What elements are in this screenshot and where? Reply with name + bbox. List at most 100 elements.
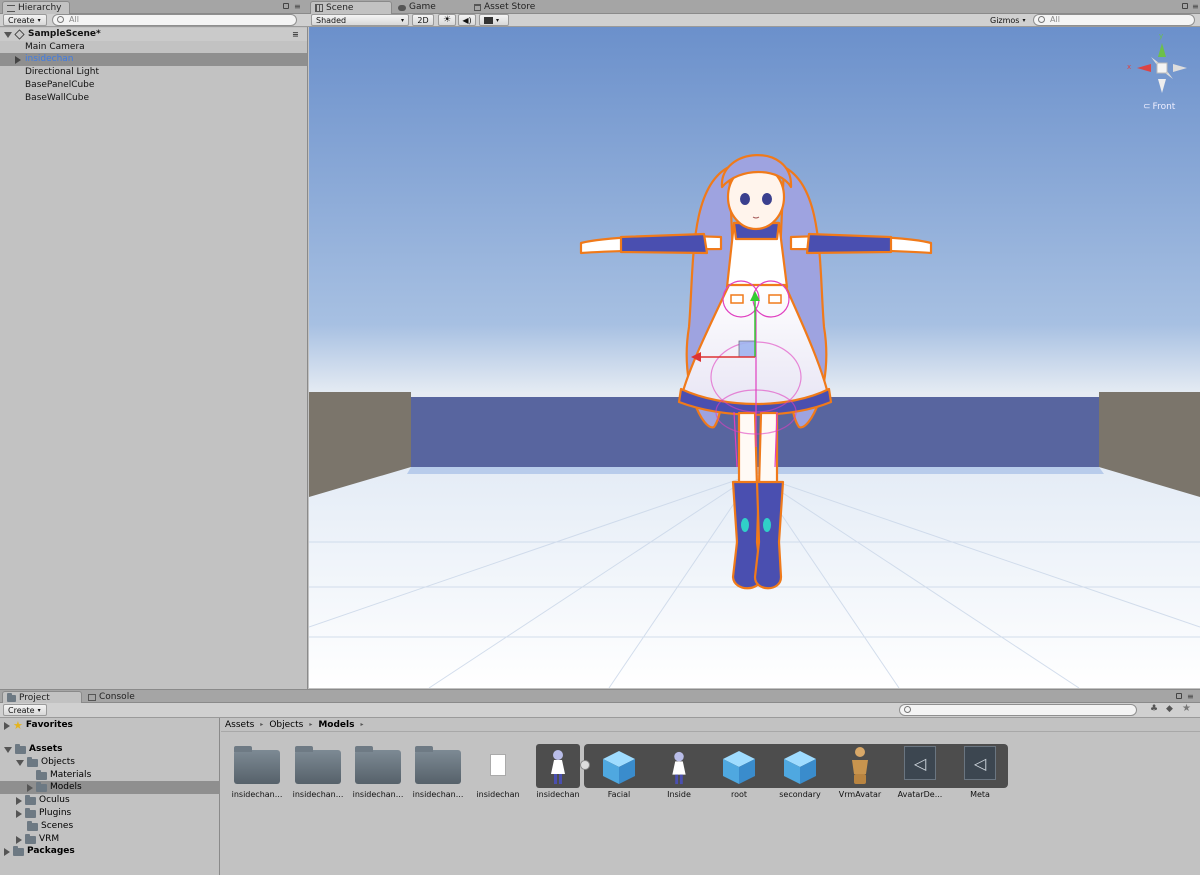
expand-icon[interactable] (16, 835, 22, 844)
asset-file[interactable]: insidechan (468, 740, 528, 804)
panel-menu-icon[interactable]: ≡ (294, 2, 301, 11)
scene-root-row[interactable]: SampleScene* ≡ (0, 28, 307, 41)
tab-hierarchy[interactable]: Hierarchy (2, 1, 70, 14)
hierarchy-item-insidechan[interactable]: insidechan (0, 53, 307, 66)
avatar-mannequin-icon (852, 747, 868, 784)
expand-icon[interactable] (15, 56, 21, 64)
favorites-row[interactable]: ★ Favorites (4, 719, 73, 732)
filter-by-label-icon[interactable]: ◆ (1166, 704, 1173, 714)
dropdown-arrow-icon: ▾ (1022, 16, 1026, 24)
folder-icon (25, 794, 36, 805)
asset-label: secondary (779, 790, 821, 799)
asset-folder[interactable]: insidechan... (227, 740, 287, 804)
tab-scene[interactable]: Scene (310, 1, 392, 14)
packages-row[interactable]: Packages (4, 845, 75, 858)
asset-avatar-inside[interactable]: Inside (649, 740, 709, 804)
packages-label: Packages (27, 846, 75, 856)
assets-row[interactable]: Assets (4, 743, 62, 756)
folder-icon (7, 693, 16, 702)
expand-icon[interactable] (4, 847, 10, 856)
lighting-toggle-button[interactable]: ☀ (438, 14, 456, 26)
hierarchy-item-directional-light[interactable]: Directional Light (0, 66, 307, 79)
hierarchy-item-base-panel-cube[interactable]: BasePanelCube (0, 79, 307, 92)
collapse-icon[interactable] (16, 759, 24, 766)
hierarchy-item-label: BaseWallCube (25, 93, 89, 103)
asset-meta[interactable]: ◁ Meta (950, 740, 1010, 804)
asset-avatar-description[interactable]: ◁ AvatarDe... (890, 740, 950, 804)
asset-prefab-selected[interactable]: insidechan (528, 740, 590, 804)
hierarchy-item-label: Directional Light (25, 67, 99, 77)
folder-label: Scenes (41, 821, 74, 831)
scene-search-input[interactable]: All (1033, 14, 1195, 26)
effects-dropdown[interactable]: ▾ (479, 14, 509, 26)
project-search-input[interactable] (899, 704, 1137, 716)
asset-label: insidechan... (231, 790, 283, 799)
axis-gizmo-icon[interactable] (1129, 35, 1195, 101)
asset-mesh-secondary[interactable]: secondary (770, 740, 830, 804)
asset-folder[interactable]: insidechan... (288, 740, 348, 804)
orientation-gizmo[interactable]: y x ⊂ Front (1127, 32, 1195, 113)
asset-folder[interactable]: insidechan... (408, 740, 468, 804)
toggle-2d-button[interactable]: 2D (412, 14, 434, 26)
gizmo-view-label: ⊂ Front (1143, 102, 1175, 112)
folder-models[interactable]: Models (27, 781, 82, 794)
tab-scene-label: Scene (326, 2, 354, 13)
collapse-icon[interactable] (4, 746, 12, 753)
folder-label: Objects (41, 757, 76, 767)
asset-label: insidechan... (352, 790, 404, 799)
panel-menu-icon[interactable]: ≡ (1192, 2, 1199, 11)
breadcrumb-assets[interactable]: Assets (225, 718, 254, 731)
dropdown-arrow-icon: ▾ (37, 706, 41, 714)
breadcrumb-objects[interactable]: Objects (269, 718, 303, 731)
tab-asset-store[interactable]: Asset Store (470, 1, 560, 14)
lock-icon[interactable] (1182, 3, 1188, 9)
panel-menu-icon[interactable]: ≡ (1187, 692, 1194, 701)
filter-by-type-icon[interactable]: ♣ (1150, 704, 1158, 714)
folder-scenes[interactable]: Scenes (27, 820, 73, 833)
tab-game[interactable]: Game (394, 1, 464, 14)
unity-script-icon: ◁ (964, 746, 996, 780)
folder-icon (27, 820, 38, 831)
scene-view[interactable]: y x ⊂ Front (309, 27, 1200, 688)
audio-toggle-button[interactable]: ◀) (458, 14, 476, 26)
project-create-button[interactable]: Create ▾ (3, 704, 47, 716)
scene-menu-icon[interactable]: ≡ (292, 28, 299, 41)
hierarchy-item-base-wall-cube[interactable]: BaseWallCube (0, 92, 307, 105)
expand-icon[interactable] (16, 796, 22, 805)
lock-icon[interactable] (283, 3, 289, 9)
collapse-icon[interactable] (4, 32, 12, 38)
breadcrumb-models[interactable]: Models (318, 718, 354, 731)
asset-mesh-root[interactable]: root (709, 740, 769, 804)
asset-label: AvatarDe... (897, 790, 943, 799)
expand-icon[interactable] (4, 721, 10, 730)
folder-oculus[interactable]: Oculus (16, 794, 70, 807)
hierarchy-item-label: BasePanelCube (25, 80, 95, 90)
project-asset-browser: Assets ▸ Objects ▸ Models ▸ insidechan..… (221, 718, 1200, 875)
shading-mode-dropdown[interactable]: Shaded ▾ (311, 14, 409, 26)
hierarchy-create-button[interactable]: Create ▾ (3, 14, 47, 26)
search-icon (1038, 16, 1045, 23)
gizmos-dropdown[interactable]: Gizmos ▾ (986, 14, 1030, 26)
asset-label: insidechan... (292, 790, 344, 799)
hierarchy-search-input[interactable]: All (52, 14, 297, 26)
expand-icon[interactable] (16, 809, 22, 818)
asset-mesh-facial[interactable]: Facial (589, 740, 649, 804)
favorite-star-icon[interactable]: ★ (1182, 703, 1191, 714)
expand-icon[interactable] (27, 783, 33, 792)
mesh-cube-icon (784, 751, 816, 784)
folder-objects[interactable]: Objects (16, 756, 75, 769)
mesh-cube-icon (603, 751, 635, 784)
scene-search-placeholder: All (1050, 15, 1060, 24)
scene-tabbar: Scene Game Asset Store ≡ (308, 0, 1200, 14)
folder-label: Plugins (39, 808, 72, 818)
scene-viewport-render (309, 27, 1200, 688)
asset-label: insidechan (536, 790, 580, 799)
lock-icon[interactable] (1176, 693, 1182, 699)
project-folder-tree: ★ Favorites Assets Objects Materials Mod… (0, 718, 220, 875)
search-icon (57, 16, 64, 23)
folder-plugins[interactable]: Plugins (16, 807, 71, 820)
projection-icon: ⊂ (1143, 102, 1151, 112)
asset-folder[interactable]: insidechan... (348, 740, 408, 804)
asset-vrm-avatar[interactable]: VrmAvatar (830, 740, 890, 804)
star-icon: ★ (13, 719, 23, 732)
